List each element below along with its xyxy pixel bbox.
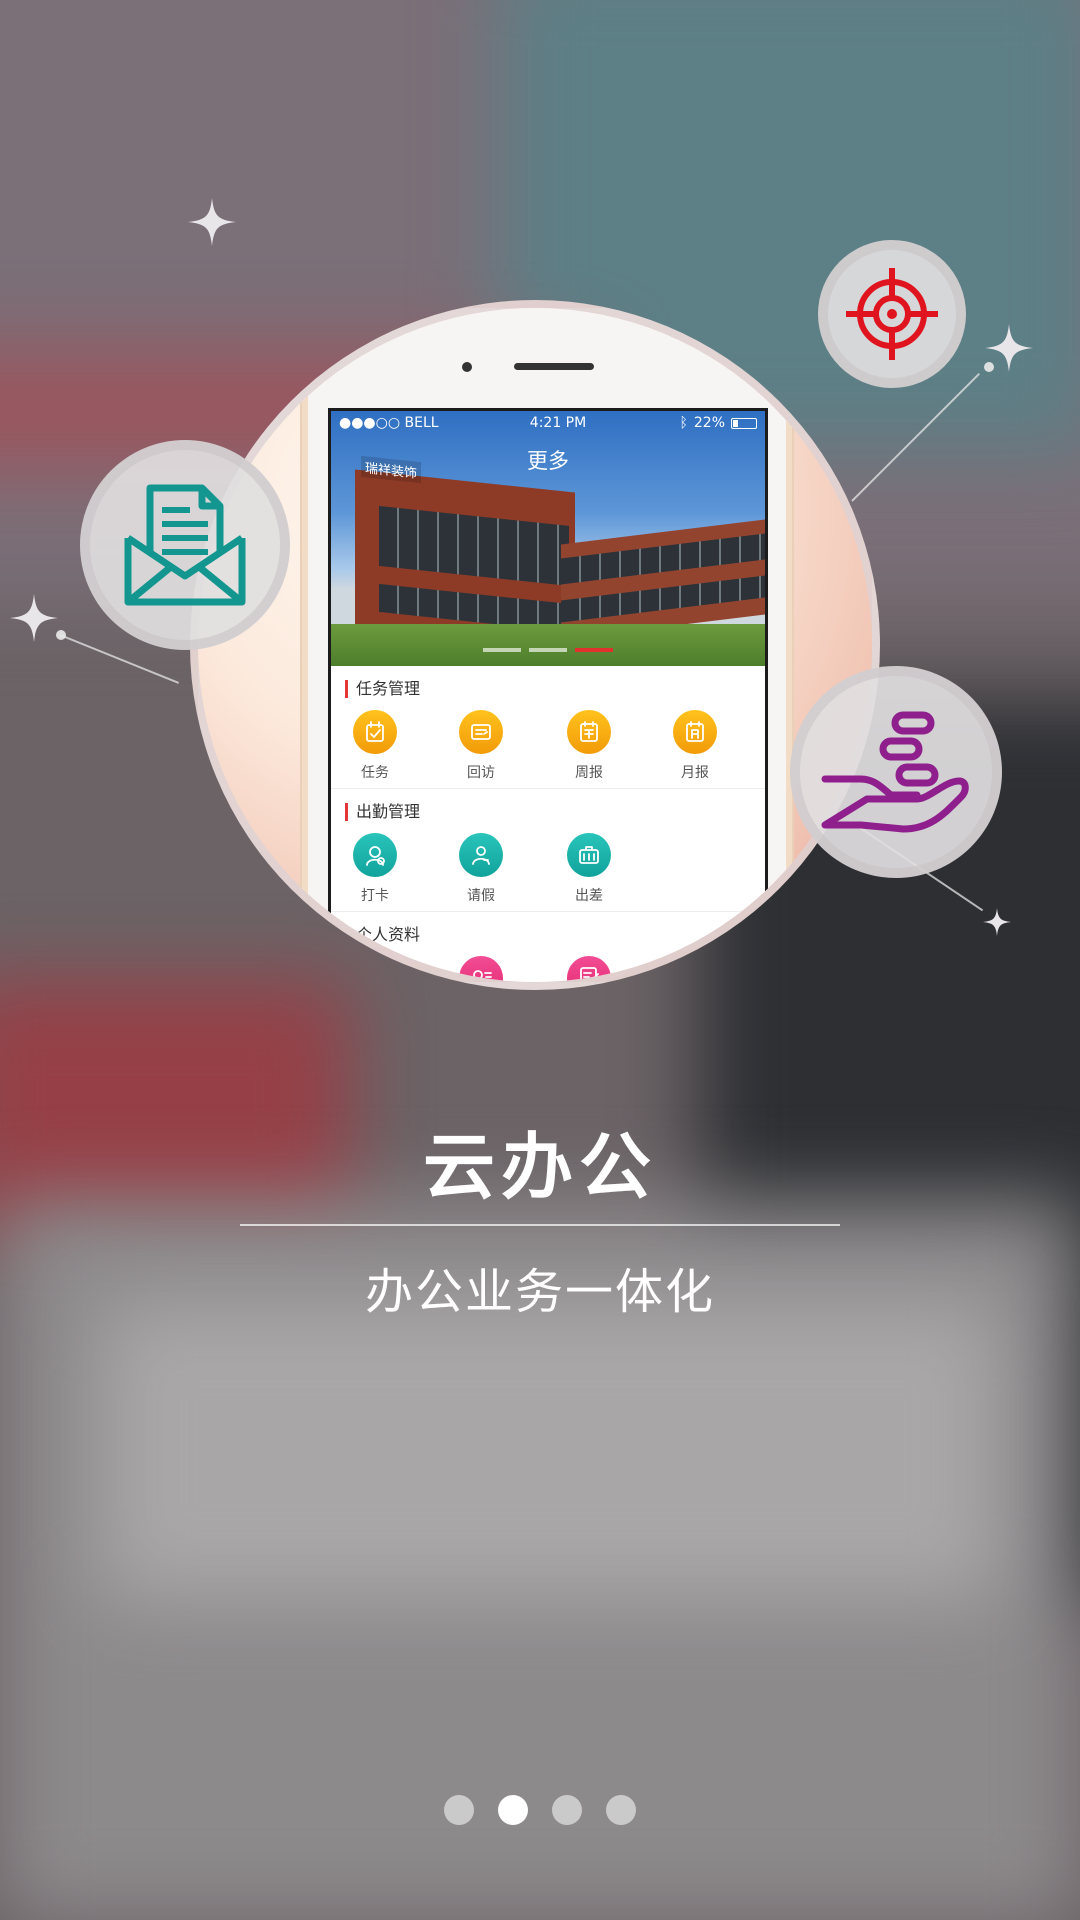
banner-dot[interactable] <box>529 648 567 652</box>
clock-in-icon <box>353 833 397 877</box>
page-indicator-dot[interactable] <box>444 1795 474 1825</box>
sparkle-icon <box>985 324 1033 372</box>
lawn <box>331 624 765 666</box>
headline: 云办公 <box>422 1125 657 1209</box>
grid-item-business-trip[interactable]: 出差 <box>549 833 629 905</box>
page-indicator-dot[interactable] <box>606 1795 636 1825</box>
hand-coins-icon <box>821 711 969 833</box>
grid-item-label: 回访 <box>467 765 495 781</box>
weekly-report-icon <box>567 710 611 754</box>
task-icon <box>353 710 397 754</box>
monthly-report-icon <box>673 710 717 754</box>
feature-bubble-target <box>818 240 966 388</box>
page-title: 更多 <box>527 449 569 473</box>
subheadline: 办公业务一体化 <box>364 1264 715 1320</box>
grid-item-label: 出差 <box>575 888 603 904</box>
carrier-label: ●●●○○ BELL <box>339 415 439 431</box>
sparkle-icon <box>188 198 236 246</box>
grid-item-label: 周报 <box>575 765 603 781</box>
page-indicator-dot[interactable] <box>552 1795 582 1825</box>
grid-item-revisit[interactable]: 回访 <box>441 710 521 782</box>
grid-item-weekly-report[interactable]: 周报 <box>549 710 629 782</box>
battery-fill <box>733 419 739 427</box>
battery-indicator: ᛒ 22% <box>627 415 757 431</box>
battery-icon <box>731 417 757 429</box>
grid-item-leave[interactable]: 请假 <box>441 833 521 905</box>
grid-item-label: 月报 <box>681 765 709 781</box>
page-indicator-dot[interactable] <box>498 1795 528 1825</box>
business-trip-icon <box>567 833 611 877</box>
battery-percent: 22% <box>693 415 725 431</box>
sparkle-icon <box>983 908 1011 936</box>
phone-camera <box>462 362 472 372</box>
status-time: 4:21 PM <box>529 415 587 431</box>
target-icon <box>846 268 938 360</box>
revisit-icon <box>459 710 503 754</box>
mail-document-icon <box>124 484 246 606</box>
grid-item-label: 请假 <box>467 888 495 904</box>
building-wing-image <box>561 517 765 640</box>
bluetooth-icon: ᛒ <box>679 415 688 431</box>
feature-bubble-coins <box>790 666 1002 878</box>
sparkle-icon <box>10 594 58 642</box>
section-title: 任务管理 <box>345 680 420 698</box>
grid-item-clock-in[interactable]: 打卡 <box>335 833 415 905</box>
banner-dot[interactable] <box>483 648 521 652</box>
section-3: 个人资料账户信息合同信息 <box>331 912 765 982</box>
headline-divider <box>240 1224 840 1226</box>
grid-item-monthly-report[interactable]: 月报 <box>655 710 735 782</box>
hero-circle: ●●●○○ BELL 4:21 PM ᛒ 22% 更多 瑞祥装饰 任务管理 任务… <box>190 300 880 990</box>
section-2: 出勤管理打卡 请假 出差 <box>331 789 765 912</box>
phone-mockup: ●●●○○ BELL 4:21 PM ᛒ 22% 更多 瑞祥装饰 任务管理 任务… <box>302 308 792 982</box>
banner-pagination <box>331 648 765 652</box>
onboarding-pagination <box>0 1795 1080 1825</box>
leave-icon <box>459 833 503 877</box>
grid-item-label: 任务 <box>361 765 389 781</box>
phone-speaker <box>514 363 594 370</box>
section-title: 个人资料 <box>345 926 420 944</box>
section-1: 任务管理任务 回访 周报 月报 <box>331 666 765 789</box>
feature-bubble-mail <box>80 440 290 650</box>
status-bar: ●●●○○ BELL 4:21 PM ᛒ 22% <box>331 411 765 435</box>
banner-carousel[interactable]: 更多 瑞祥装饰 <box>331 411 765 666</box>
phone-screen: ●●●○○ BELL 4:21 PM ᛒ 22% 更多 瑞祥装饰 任务管理 任务… <box>328 408 768 982</box>
banner-dot[interactable] <box>575 648 613 652</box>
section-title: 出勤管理 <box>345 803 420 821</box>
grid-item-task[interactable]: 任务 <box>335 710 415 782</box>
grid-item-label: 打卡 <box>361 888 389 904</box>
